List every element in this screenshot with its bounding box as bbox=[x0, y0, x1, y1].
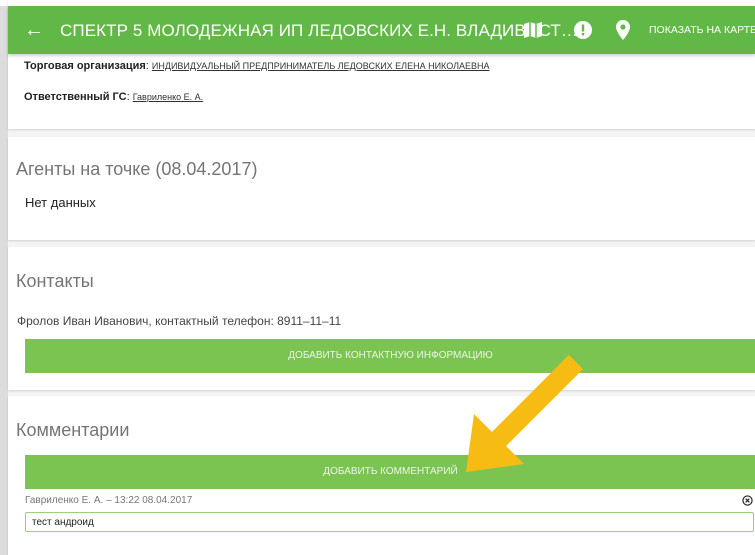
show-on-map-button[interactable]: ПОКАЗАТЬ НА КАРТЕ bbox=[649, 24, 755, 36]
org-link[interactable]: ИНДИВИДУАЛЬНЫЙ ПРЕДПРИНИМАТЕЛЬ ЛЕДОВСКИХ… bbox=[152, 61, 490, 71]
add-contact-button[interactable]: ДОБАВИТЬ КОНТАКТНУЮ ИНФОРМАЦИЮ bbox=[25, 339, 755, 373]
agents-card: Агенты на точке (08.04.2017) Нет данных bbox=[8, 137, 755, 240]
responsible-link[interactable]: Гавриленко Е. А. bbox=[133, 92, 203, 102]
contacts-title: Контакты bbox=[16, 271, 94, 291]
org-line: Торговая организация: ИНДИВИДУАЛЬНЫЙ ПРЕ… bbox=[24, 60, 490, 72]
agents-empty-text: Нет данных bbox=[25, 195, 96, 210]
responsible-line: Ответственный ГС: Гавриленко Е. А. bbox=[24, 91, 204, 103]
add-comment-button[interactable]: ДОБАВИТЬ КОММЕНТАРИЙ bbox=[25, 455, 755, 489]
comments-title: Комментарии bbox=[16, 420, 130, 440]
location-pin-icon[interactable] bbox=[611, 18, 635, 42]
responsible-label: Ответственный ГС bbox=[24, 91, 127, 103]
contacts-card: Контакты Фролов Иван Иванович, контактны… bbox=[8, 247, 755, 390]
page-title: СПЕКТР 5 МОЛОДЕЖНАЯ ИП ЛЕДОВСКИХ Е.Н. ВЛ… bbox=[60, 21, 578, 40]
back-arrow-icon[interactable]: ← bbox=[24, 18, 44, 42]
org-label: Торговая организация bbox=[24, 60, 146, 72]
agents-title: Агенты на точке (08.04.2017) bbox=[16, 159, 258, 179]
comments-card: Комментарии ДОБАВИТЬ КОММЕНТАРИЙ Гавриле… bbox=[8, 396, 755, 555]
app-bar: ← СПЕКТР 5 МОЛОДЕЖНАЯ ИП ЛЕДОВСКИХ Е.Н. … bbox=[8, 6, 755, 54]
map-icon[interactable] bbox=[521, 18, 545, 42]
comment-meta: Гавриленко Е. А. – 13:22 08.04.2017 bbox=[25, 495, 193, 506]
annotation-arrow-icon bbox=[466, 354, 584, 472]
comment-text-field[interactable]: тест андроид bbox=[25, 512, 754, 532]
alert-icon[interactable] bbox=[571, 18, 595, 42]
contact-entry: Фролов Иван Иванович, контактный телефон… bbox=[17, 314, 342, 328]
close-icon[interactable] bbox=[742, 495, 753, 506]
